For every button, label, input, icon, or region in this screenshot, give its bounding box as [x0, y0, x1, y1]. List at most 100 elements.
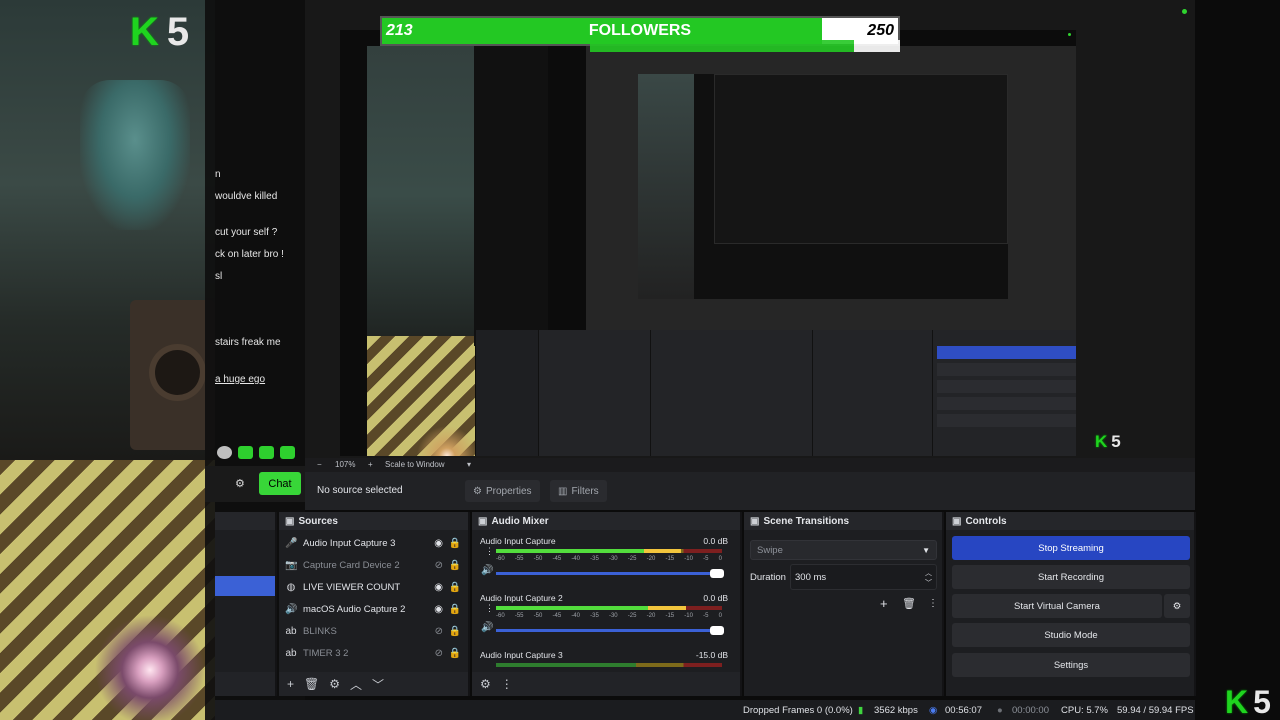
advanced-audio-icon[interactable]: ⚙ — [480, 677, 491, 691]
chat-button[interactable]: Chat — [259, 472, 301, 495]
properties-button[interactable]: ⚙ Properties — [465, 480, 540, 502]
move-up-button[interactable]: ︿ — [350, 676, 362, 693]
chat-message: sl — [215, 271, 223, 282]
emote-icon[interactable] — [259, 446, 274, 459]
chat-settings-icon[interactable]: ⚙ — [235, 477, 245, 490]
eye-icon[interactable]: ◉ — [434, 582, 443, 593]
dock-icon: ▣ — [478, 515, 488, 527]
chevron-up-icon[interactable]: ︿ — [925, 568, 932, 578]
scale-tick: -10 — [684, 613, 693, 619]
filters-button[interactable]: ▥ Filters — [550, 480, 607, 502]
scale-tick: -35 — [590, 613, 599, 619]
dropped-frames: Dropped Frames 0 (0.0%) — [743, 705, 853, 716]
mixer-menu-icon[interactable]: ⋮ — [501, 677, 513, 691]
followers-goal: 250 — [867, 22, 894, 39]
lock-icon[interactable]: 🔒 — [449, 582, 461, 593]
scale-tick: -15 — [665, 556, 675, 562]
settings-button[interactable]: Settings — [952, 653, 1190, 677]
remove-source-button[interactable]: 🗑 — [304, 677, 319, 691]
start-virtual-camera-button[interactable]: Start Virtual Camera — [952, 594, 1162, 618]
add-transition-icon[interactable]: + — [880, 596, 888, 611]
source-item[interactable]: ◍ LIVE VIEWER COUNT ◉ 🔒 — [285, 577, 465, 597]
source-item[interactable]: 🔊 macOS Audio Capture 2 ◉ 🔒 — [285, 599, 465, 619]
volume-meter — [496, 606, 722, 610]
lock-icon[interactable]: 🔒 — [449, 648, 461, 659]
scale-tick: -35 — [590, 556, 599, 562]
add-source-button[interactable]: + — [287, 677, 294, 691]
duration-input[interactable]: 300 ms ︿ ﹀ — [790, 564, 937, 590]
volume-slider[interactable] — [496, 626, 724, 635]
scale-tick: -55 — [514, 556, 524, 562]
source-item[interactable]: ab TIMER 3 2 ⊘ 🔒 — [285, 643, 465, 663]
source-label: macOS Audio Capture 2 — [303, 603, 406, 615]
scale-tick: -40 — [571, 556, 580, 562]
move-down-button[interactable]: ﹀ — [372, 676, 384, 693]
volume-meter — [496, 663, 722, 667]
lock-icon[interactable]: 🔒 — [449, 604, 461, 615]
preview-chat — [474, 46, 548, 346]
lock-icon[interactable]: 🔒 — [449, 626, 461, 637]
volume-slider[interactable] — [496, 569, 724, 578]
scenes-footer — [215, 672, 275, 696]
followers-label: FOLLOWERS — [588, 22, 692, 39]
bot-icon[interactable] — [217, 446, 232, 459]
audio-mixer-footer: ⚙ ⋮ — [472, 672, 740, 696]
chevron-down-icon[interactable]: ﹀ — [925, 578, 932, 588]
eye-off-icon[interactable]: ⊘ — [435, 560, 443, 571]
start-recording-button[interactable]: Start Recording — [952, 565, 1190, 589]
source-settings-button[interactable]: ⚙ — [329, 677, 340, 691]
scale-tick: -25 — [627, 556, 637, 562]
channel-menu-icon[interactable]: ⋮ — [485, 604, 494, 613]
bitrate: 3562 kbps — [874, 705, 918, 716]
nested-virtual-camera — [937, 380, 1076, 393]
scale-tick: -25 — [627, 613, 637, 619]
speaker-icon[interactable]: 🔊 — [481, 565, 493, 576]
nested-sources — [538, 330, 650, 456]
trash-icon[interactable]: 🗑 — [902, 597, 916, 610]
k5-logo: K5 — [130, 10, 190, 54]
source-item[interactable]: 📷 Capture Card Device 2 ⊘ 🔒 — [285, 555, 465, 575]
channel-menu-icon[interactable]: ⋮ — [485, 547, 494, 556]
eye-icon[interactable]: ◉ — [434, 538, 443, 549]
preview-canvas[interactable] — [340, 30, 1076, 456]
no-source-label: No source selected — [317, 485, 403, 496]
audio-mixer-title: Audio Mixer — [491, 515, 549, 527]
sources-title: Sources — [298, 515, 338, 527]
emote-icon[interactable] — [280, 446, 295, 459]
webcam-highlight — [80, 80, 190, 230]
lock-icon[interactable]: 🔒 — [449, 538, 461, 549]
transition-select[interactable]: Swipe ▼ — [750, 540, 937, 560]
nested-audio-mixer — [650, 330, 812, 456]
chat-message: n — [215, 169, 221, 180]
eye-off-icon[interactable]: ⊘ — [435, 626, 443, 637]
scale-tick: -60 — [496, 556, 505, 562]
virtual-camera-settings-button[interactable]: ⚙ — [1164, 594, 1190, 618]
source-item[interactable]: 🎤 Audio Input Capture 3 ◉ 🔒 — [285, 533, 465, 553]
scene-item-selected[interactable] — [215, 576, 275, 596]
followers-goal-bar-nested — [590, 40, 900, 52]
slider-handle[interactable] — [710, 569, 724, 578]
scale-tick: -50 — [533, 556, 543, 562]
speaker-icon[interactable]: 🔊 — [481, 622, 493, 633]
emote-icon[interactable] — [238, 446, 253, 459]
transition-menu-icon[interactable]: ⋮ — [928, 598, 938, 609]
meter-level — [496, 549, 682, 553]
transitions-title: Scene Transitions — [763, 515, 850, 527]
scale-mode-select[interactable]: Scale to Window — [385, 460, 445, 469]
stop-streaming-button[interactable]: Stop Streaming — [952, 536, 1190, 560]
nested-start-recording — [937, 363, 1076, 376]
eye-off-icon[interactable]: ⊘ — [435, 648, 443, 659]
lock-icon[interactable]: 🔒 — [449, 560, 461, 571]
properties-label: Properties — [485, 485, 532, 497]
chat-message: wouldve killed — [215, 191, 278, 202]
source-item[interactable]: ab BLINKS ⊘ 🔒 — [285, 621, 465, 641]
scenes-dock — [215, 512, 277, 696]
eye-icon[interactable]: ◉ — [434, 604, 443, 615]
preview-webcam — [367, 46, 475, 456]
scale-tick: -30 — [608, 556, 618, 562]
studio-mode-button[interactable]: Studio Mode — [952, 623, 1190, 647]
zoom-out-button[interactable]: − — [317, 460, 322, 469]
zoom-in-button[interactable]: + — [368, 460, 373, 469]
slider-handle[interactable] — [710, 626, 724, 635]
chevron-down-icon[interactable]: ▾ — [467, 460, 471, 469]
